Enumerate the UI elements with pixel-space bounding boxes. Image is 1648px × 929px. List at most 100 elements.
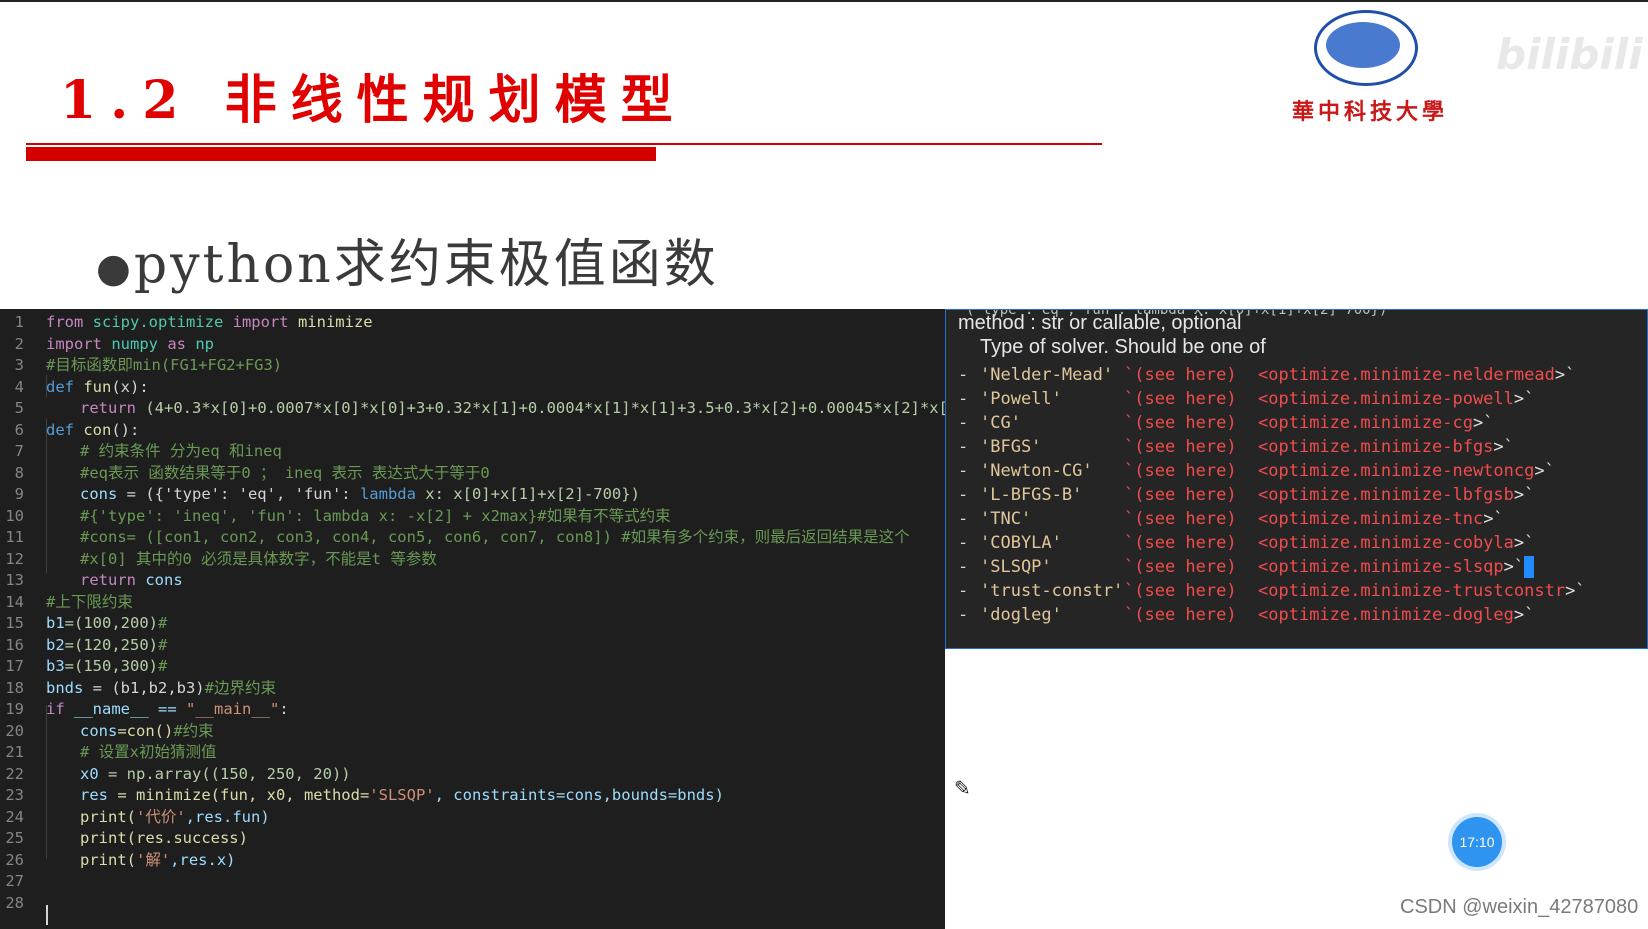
code-line[interactable]: 4 def fun(x): bbox=[0, 376, 945, 398]
code-line[interactable]: 20 cons=con()#约束 bbox=[0, 720, 945, 742]
see-here-link[interactable]: `(see here) bbox=[1124, 411, 1237, 436]
time-badge: 17:10 bbox=[1452, 817, 1502, 867]
code-line[interactable]: 9 cons = ({'type': 'eq', 'fun': lambda x:… bbox=[0, 483, 945, 505]
code-token: # bbox=[158, 635, 168, 654]
code-text: res = minimize(fun, x0, method='SLSQP', … bbox=[80, 784, 724, 806]
see-here-link[interactable]: `(see here) bbox=[1124, 579, 1237, 604]
bullet-text: python求约束极值函数 bbox=[133, 235, 719, 295]
code-line[interactable]: 23 res = minimize(fun, x0, method='SLSQP'… bbox=[0, 784, 945, 806]
code-line[interactable]: 3 #目标函数即min(FG1+FG2+FG3) bbox=[0, 354, 945, 376]
method-doc-link[interactable]: <optimize.minimize-bfgs>` bbox=[1258, 435, 1514, 460]
code-text: if __name__ == "__main__": bbox=[46, 698, 289, 720]
method-name: 'SLSQP' bbox=[980, 557, 1052, 577]
list-dash: - bbox=[958, 413, 969, 433]
line-number: 9 bbox=[14, 485, 24, 503]
see-here-link[interactable]: `(see here) bbox=[1124, 531, 1237, 556]
list-dash: - bbox=[958, 557, 969, 577]
method-doc-link[interactable]: <optimize.minimize-trustconstr>` bbox=[1258, 579, 1586, 604]
method-doc-link[interactable]: <optimize.minimize-tnc>` bbox=[1258, 507, 1504, 532]
code-line[interactable]: 25 print(res.success) bbox=[0, 827, 945, 849]
method-doc-link[interactable]: <optimize.minimize-newtoncg>` bbox=[1258, 459, 1555, 484]
code-token: =(150,300) bbox=[64, 657, 158, 675]
see-here-link[interactable]: `(see here) bbox=[1124, 363, 1237, 388]
method-doc-link[interactable]: <optimize.minimize-powell>` bbox=[1258, 387, 1534, 412]
code-token: def bbox=[46, 377, 74, 396]
method-doc-link[interactable]: <optimize.minimize-cobyla>` bbox=[1258, 531, 1534, 556]
code-line[interactable]: 18 bnds = (b1,b2,b3)#边界约束 bbox=[0, 677, 945, 699]
code-text: #x[0] 其中的0 必须是具体数字，不能是t 等参数 bbox=[80, 548, 437, 570]
see-here-link[interactable]: `(see here) bbox=[1124, 435, 1237, 460]
code-line[interactable]: 24 print('代价',res.fun) bbox=[0, 806, 945, 828]
link-bracket: >` bbox=[1513, 533, 1535, 553]
code-line[interactable]: 26 print('解',res.x) bbox=[0, 849, 945, 871]
code-line[interactable]: 27 bbox=[0, 870, 945, 892]
code-line[interactable]: 12 #x[0] 其中的0 必须是具体数字，不能是t 等参数 bbox=[0, 548, 945, 570]
code-line[interactable]: 17 b3=(150,300)# bbox=[0, 655, 945, 677]
line-number: 26 bbox=[5, 850, 24, 869]
method-doc-link[interactable]: <optimize.minimize-lbfgsb>` bbox=[1258, 483, 1534, 508]
method-doc-link[interactable]: <optimize.minimize-neldermead>` bbox=[1258, 363, 1575, 388]
list-dash: - bbox=[958, 437, 969, 457]
link-bracket: >` bbox=[1513, 389, 1535, 409]
code-token: bnds bbox=[46, 678, 84, 697]
code-token: minimize bbox=[288, 313, 373, 331]
code-token: # bbox=[158, 614, 168, 632]
see-here-link[interactable]: `(see here) bbox=[1124, 387, 1237, 412]
docs-hover-popup[interactable]: ( type : eq , fun : lambda x: x[0]+x[1]+… bbox=[945, 309, 1648, 649]
see-here-link[interactable]: `(see here) bbox=[1124, 507, 1237, 532]
code-token: x: x[0]+x[1]+x[2]-700}) bbox=[415, 485, 640, 503]
code-token: if bbox=[46, 700, 65, 718]
code-line[interactable]: 13 return cons bbox=[0, 569, 945, 591]
method-doc-link[interactable]: <optimize.minimize-slsqp>` bbox=[1258, 555, 1535, 580]
solver-method-row: - 'TNC' `(see here) <optimize.minimize-tnc>… bbox=[958, 507, 1638, 532]
link-target: optimize.minimize-cobyla bbox=[1268, 533, 1514, 553]
code-token: fun bbox=[74, 377, 112, 396]
link-bracket: < bbox=[1258, 413, 1269, 433]
code-text: b3=(150,300)# bbox=[46, 655, 167, 677]
line-number: 15 bbox=[5, 614, 24, 632]
link-target: optimize.minimize-powell bbox=[1268, 389, 1514, 409]
code-line[interactable]: 10 #{'type': 'ineq', 'fun': lambda x: -x[… bbox=[0, 505, 945, 527]
code-line[interactable]: 19 if __name__ == "__main__": bbox=[0, 698, 945, 720]
code-line[interactable]: 28 bbox=[0, 892, 945, 914]
line-number: 20 bbox=[5, 721, 24, 740]
code-line[interactable]: 15 b1=(100,200)# bbox=[0, 612, 945, 634]
code-line[interactable]: 22 x0 = np.array((150, 250, 20)) bbox=[0, 763, 945, 785]
code-text: # 设置x初始猜测值 bbox=[80, 741, 217, 763]
method-doc-link[interactable]: <optimize.minimize-cg>` bbox=[1258, 411, 1493, 436]
see-here-link[interactable]: `(see here) bbox=[1124, 483, 1237, 508]
code-editor[interactable]: 1 from scipy.optimize import minimize 2 imp… bbox=[0, 309, 945, 929]
line-number: 5 bbox=[14, 399, 24, 417]
code-token: = minimize(fun, x0, method= bbox=[108, 786, 370, 804]
code-token: #上下限约束 bbox=[46, 592, 133, 611]
link-bracket: >` bbox=[1503, 557, 1525, 577]
code-line[interactable]: 11 #cons= ([con1, con2, con3, con4, con5,… bbox=[0, 526, 945, 548]
method-doc-link[interactable]: <optimize.minimize-dogleg>` bbox=[1258, 603, 1534, 628]
see-here-link[interactable]: `(see here) bbox=[1124, 603, 1237, 628]
line-number: 21 bbox=[5, 743, 24, 761]
code-line[interactable]: 14 #上下限约束 bbox=[0, 591, 945, 613]
code-line[interactable]: 8 #eq表示 函数结果等于0 ； ineq 表示 表达式大于等于0 bbox=[0, 462, 945, 484]
link-bracket: < bbox=[1258, 557, 1269, 577]
code-token: res bbox=[80, 786, 108, 804]
line-number: 4 bbox=[14, 377, 24, 396]
line-number: 18 bbox=[5, 678, 24, 697]
code-line[interactable]: 2 import numpy as np bbox=[0, 333, 945, 355]
code-line[interactable]: 7 # 约束条件 分为eq 和ineq bbox=[0, 440, 945, 462]
pencil-icon[interactable]: ✎ bbox=[954, 776, 971, 800]
list-dash: - bbox=[958, 581, 969, 601]
link-bracket: < bbox=[1258, 533, 1269, 553]
see-here-link[interactable]: `(see here) bbox=[1124, 459, 1237, 484]
code-line[interactable]: 21 # 设置x初始猜测值 bbox=[0, 741, 945, 763]
code-line[interactable]: 6 def con(): bbox=[0, 419, 945, 441]
see-here-link[interactable]: `(see here) bbox=[1124, 555, 1237, 580]
line-number: 14 bbox=[5, 592, 24, 611]
solver-method-row: - 'BFGS' `(see here) <optimize.minimize-bfg… bbox=[958, 435, 1638, 460]
code-text: return (4+0.3*x[0]+0.0007*x[0]*x[0]+3+0.… bbox=[80, 397, 945, 419]
code-line[interactable]: 16 b2=(120,250)# bbox=[0, 634, 945, 656]
code-line[interactable]: 5 return (4+0.3*x[0]+0.0007*x[0]*x[0]+3+0… bbox=[0, 397, 945, 419]
code-text: b2=(120,250)# bbox=[46, 634, 167, 656]
list-dash: - bbox=[958, 461, 969, 481]
line-number: 27 bbox=[5, 872, 24, 890]
code-line[interactable]: 1 from scipy.optimize import minimize bbox=[0, 311, 945, 333]
